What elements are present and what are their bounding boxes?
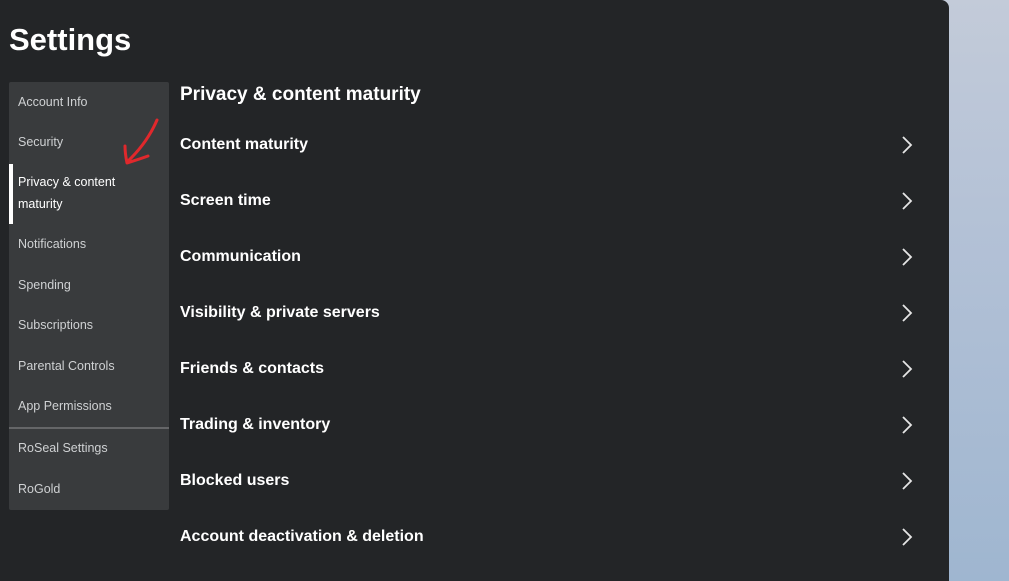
chevron-right-icon [902,472,913,490]
row-label: Trading & inventory [180,416,331,433]
sidebar-item-account-info[interactable]: Account Info [9,91,169,113]
chevron-right-icon [902,304,913,322]
chevron-right-icon [902,248,913,266]
row-label: Account deactivation & deletion [180,528,424,545]
chevron-right-icon [902,360,913,378]
sidebar-item-spending[interactable]: Spending [9,274,169,296]
sidebar-item-privacy-content-maturity[interactable]: Privacy & content maturity [9,171,169,215]
page-title: Settings [9,22,132,57]
row-blocked-users[interactable]: Blocked users [180,461,914,501]
row-communication[interactable]: Communication [180,237,914,277]
row-label: Communication [180,248,301,265]
row-account-deactivation-deletion[interactable]: Account deactivation & deletion [180,517,914,557]
row-content-maturity[interactable]: Content maturity [180,125,914,165]
row-label: Blocked users [180,472,290,489]
row-label: Content maturity [180,136,308,153]
chevron-right-icon [902,136,913,154]
chevron-right-icon [902,528,913,546]
row-label: Screen time [180,192,271,209]
chevron-right-icon [902,416,913,434]
sidebar-item-rogold[interactable]: RoGold [9,478,169,500]
sidebar-divider [9,427,169,429]
row-trading-inventory[interactable]: Trading & inventory [180,405,914,445]
settings-panel: Settings Account Info Security Privacy &… [0,0,949,581]
row-screen-time[interactable]: Screen time [180,181,914,221]
hand-drawn-arrow-icon [123,118,159,165]
row-friends-contacts[interactable]: Friends & contacts [180,349,914,389]
row-label: Visibility & private servers [180,304,380,321]
sidebar-item-subscriptions[interactable]: Subscriptions [9,314,169,336]
sidebar-item-roseal-settings[interactable]: RoSeal Settings [9,437,169,459]
sidebar-item-app-permissions[interactable]: App Permissions [9,395,169,417]
sidebar-item-notifications[interactable]: Notifications [9,233,169,255]
section-title: Privacy & content maturity [180,84,421,105]
row-label: Friends & contacts [180,360,325,377]
row-visibility-private-servers[interactable]: Visibility & private servers [180,293,914,333]
chevron-right-icon [902,192,913,210]
sidebar-item-parental-controls[interactable]: Parental Controls [9,355,169,377]
